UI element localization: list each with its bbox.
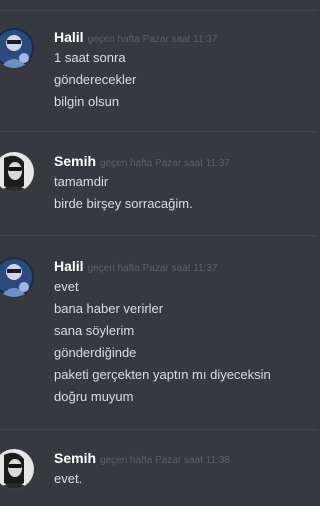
semih-avatar-icon[interactable] [0, 152, 34, 192]
username[interactable]: Semih [54, 450, 96, 466]
message-line: 1 saat sonra [54, 50, 126, 65]
message-line: birde birşey sorracağim. [54, 196, 193, 211]
halil-avatar-icon [0, 257, 34, 297]
message-line: bana haber verirler [54, 301, 164, 316]
semih-avatar-icon [0, 152, 34, 192]
timestamp: geçen hafta Pazar saat 11:37 [87, 34, 218, 45]
message-header: Semih geçen hafta Pazar saat 11:37 [54, 152, 230, 170]
message-line: doğru muyum [54, 389, 134, 404]
message-line: gönderdiğinde [54, 345, 137, 360]
message-header: Halil geçen hafta Pazar saat 11:37 [54, 257, 218, 275]
username[interactable]: Semih [54, 153, 96, 169]
message-line: evet. [54, 471, 83, 486]
chat-messages-area: Halil geçen hafta Pazar saat 11:37 1 saat… [0, 0, 317, 506]
message-content: tamamdir birde birşey sorracağim. [54, 171, 193, 215]
timestamp: geçen hafta Pazar saat 11:38 [100, 455, 230, 466]
semih-avatar-icon[interactable] [0, 449, 34, 489]
message-header: Halil geçen hafta Pazar saat 11:37 [54, 28, 218, 46]
halil-avatar-icon[interactable] [0, 28, 34, 68]
message-line: gönderecekler [54, 72, 137, 87]
message-content: 1 saat sonra gönderecekler bilgin olsun [54, 47, 136, 113]
message-content: evet. [54, 468, 82, 490]
message-line: paketi gerçekten yaptın mı diyeceksin [54, 367, 271, 382]
message-content: evet bana haber verirler sana söylerim g… [54, 276, 271, 408]
semih-avatar-icon [0, 449, 34, 489]
message-line: evet [54, 279, 79, 294]
timestamp: geçen hafta Pazar saat 11:37 [100, 158, 230, 169]
username[interactable]: Halil [54, 29, 84, 45]
halil-avatar-icon [0, 28, 34, 68]
message-divider [0, 131, 317, 132]
message-line: tamamdir [54, 174, 109, 189]
message-header: Semih geçen hafta Pazar saat 11:38 [54, 449, 230, 467]
username[interactable]: Halil [54, 258, 84, 274]
message-line: sana söylerim [54, 323, 135, 338]
message-line: bilgin olsun [54, 94, 120, 109]
timestamp: geçen hafta Pazar saat 11:37 [87, 263, 218, 274]
message-divider [0, 10, 317, 11]
message-divider [0, 235, 317, 236]
halil-avatar-icon[interactable] [0, 257, 34, 297]
message-divider [0, 429, 317, 430]
